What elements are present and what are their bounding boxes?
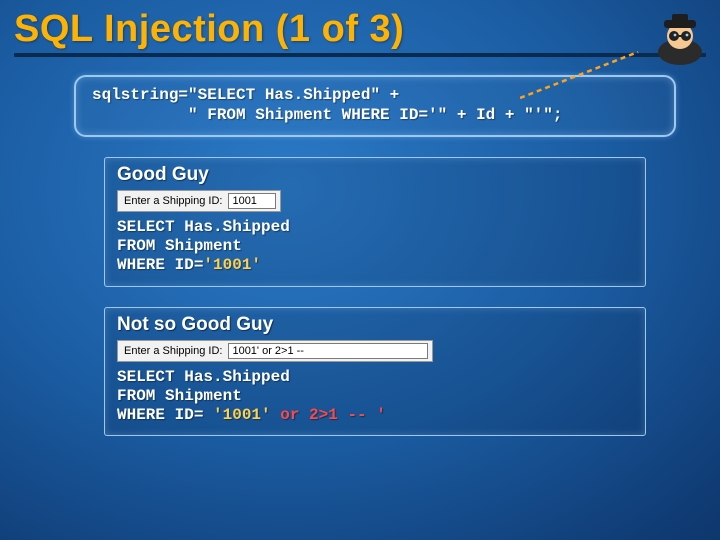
callout-line-icon: [520, 46, 680, 106]
bad-sql: SELECT Has.Shipped FROM Shipment WHERE I…: [117, 368, 633, 426]
good-id-value: '1001': [203, 256, 261, 274]
bad-shipping-input[interactable]: [228, 343, 428, 359]
good-form-label: Enter a Shipping ID:: [124, 195, 222, 207]
good-sql: SELECT Has.Shipped FROM Shipment WHERE I…: [117, 218, 633, 276]
code-line-2: " FROM Shipment WHERE ID='" + Id + "'";: [92, 105, 658, 125]
good-sql-l3: WHERE ID='1001': [117, 256, 633, 275]
good-form: Enter a Shipping ID:: [117, 190, 281, 212]
slide: SQL Injection (1 of 3) sqlstring="SELECT…: [0, 0, 720, 540]
bad-injection: or 2>1 -- ': [271, 406, 386, 424]
good-shipping-input[interactable]: [228, 193, 276, 209]
good-heading: Good Guy: [117, 164, 633, 186]
good-guy-example: Good Guy Enter a Shipping ID: SELECT Has…: [104, 157, 646, 287]
bad-form: Enter a Shipping ID:: [117, 340, 433, 362]
good-sql-l2: FROM Shipment: [117, 237, 633, 256]
bad-form-label: Enter a Shipping ID:: [124, 345, 222, 357]
bad-heading: Not so Good Guy: [117, 314, 633, 336]
bad-guy-example: Not so Good Guy Enter a Shipping ID: SEL…: [104, 307, 646, 437]
bad-sql-l1: SELECT Has.Shipped: [117, 368, 633, 387]
bad-sql-l2: FROM Shipment: [117, 387, 633, 406]
good-sql-l1: SELECT Has.Shipped: [117, 218, 633, 237]
bad-sql-l3: WHERE ID= '1001' or 2>1 -- ': [117, 406, 633, 425]
page-title: SQL Injection (1 of 3): [14, 8, 706, 51]
bad-id-value: '1001': [213, 406, 271, 424]
